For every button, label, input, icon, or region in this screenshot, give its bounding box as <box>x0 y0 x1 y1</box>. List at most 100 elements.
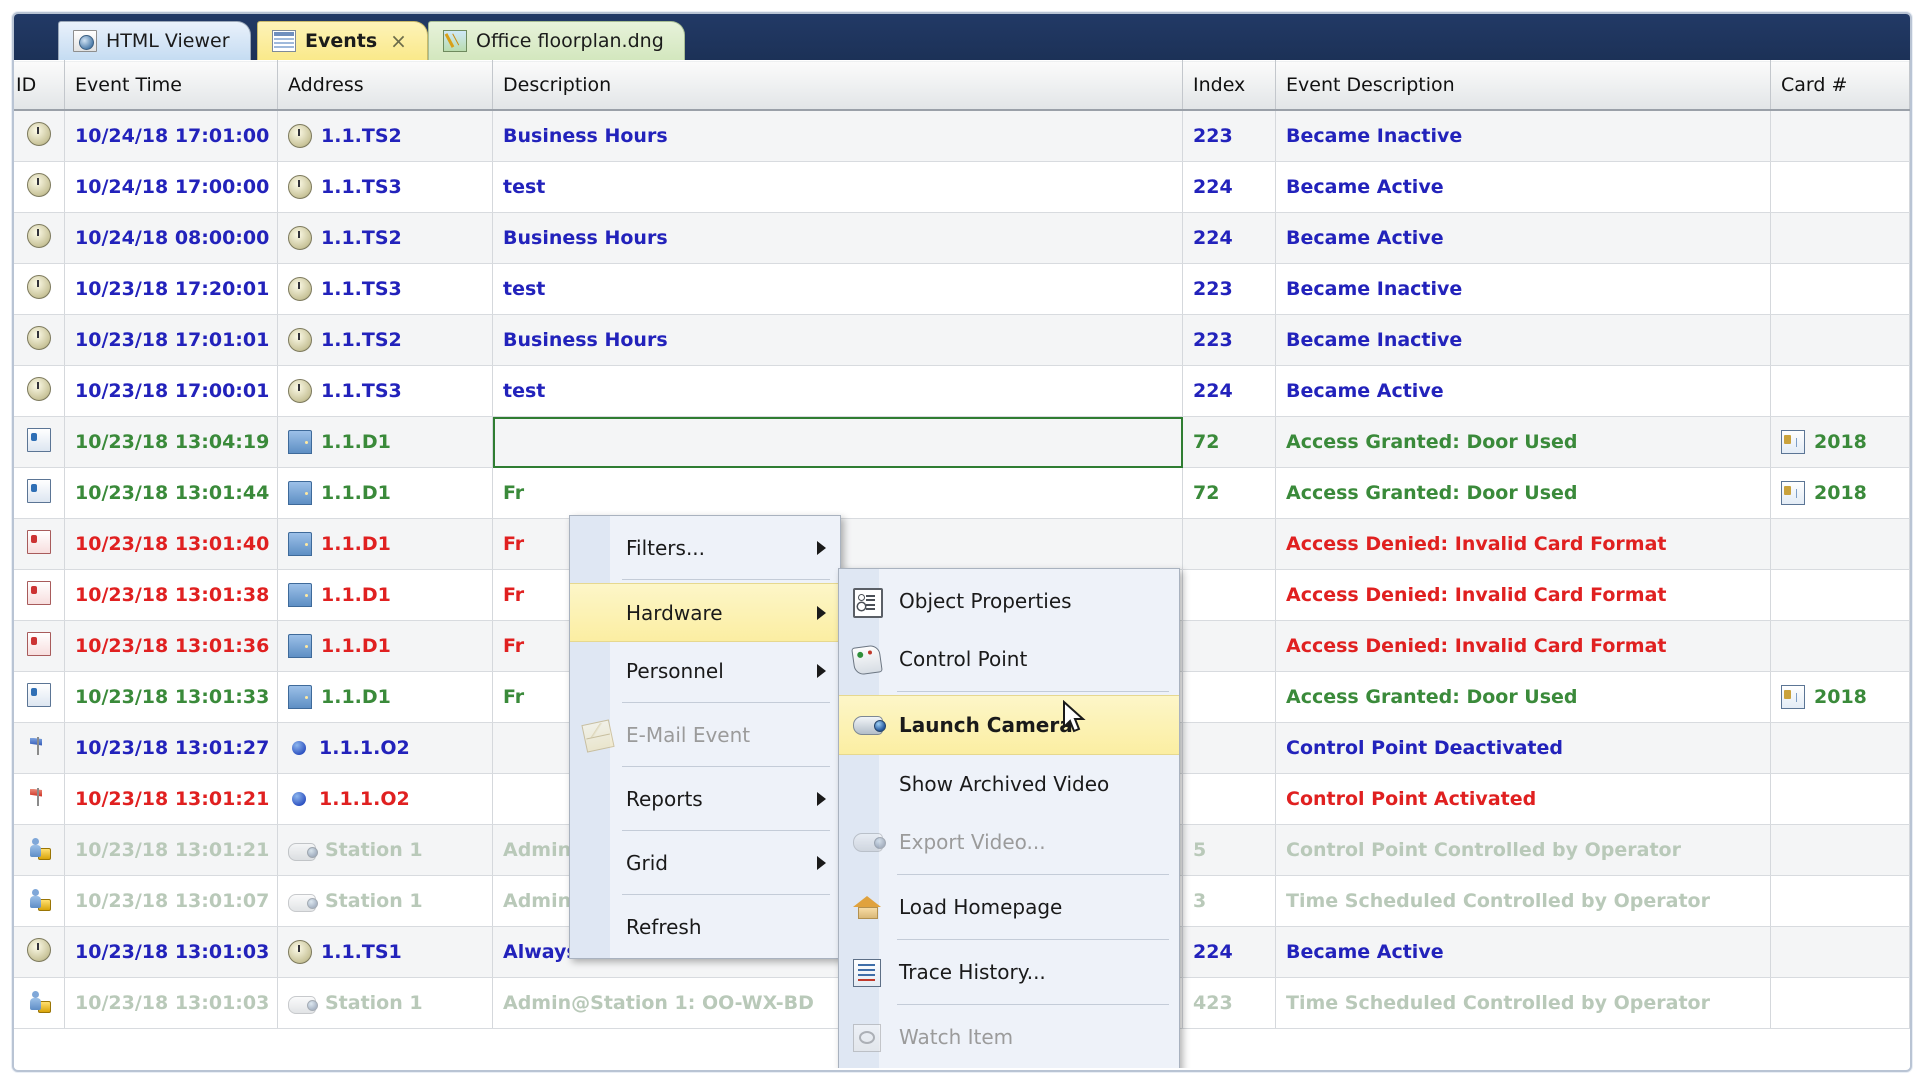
clock-icon <box>288 277 312 301</box>
menu-item-watch-item-label: Watch Item <box>899 1025 1014 1049</box>
table-row[interactable]: 10/23/18 13:04:19 1.1.D1 72 Access Granted:… <box>14 416 1910 468</box>
cell-card: 2018 <box>1770 416 1910 468</box>
cell-index <box>1182 620 1276 672</box>
table-row[interactable]: 10/23/18 13:01:44 1.1.D1 Fr 72 Access Grante… <box>14 467 1910 519</box>
menu-item-grid[interactable]: Grid <box>570 834 840 891</box>
cell-address: 1.1.TS1 <box>277 926 493 978</box>
menu-separator <box>622 579 830 580</box>
card-img-icon <box>1781 430 1805 454</box>
menu-item-launch-camera[interactable]: Launch Camera <box>839 695 1179 755</box>
chevron-right-icon <box>817 540 826 555</box>
cell-index <box>1182 722 1276 774</box>
flag-red-icon <box>28 786 50 808</box>
cell-event-time: 10/23/18 13:01:21 <box>64 824 278 876</box>
cell-address: 1.1.D1 <box>277 518 493 570</box>
card-img-icon <box>1781 685 1805 709</box>
cell-event-time: 10/23/18 17:01:01 <box>64 314 278 366</box>
cell-description: Fr <box>492 467 1183 519</box>
cell-address: 1.1.TS3 <box>277 161 493 213</box>
column-header-index[interactable]: Index <box>1182 60 1276 111</box>
tab-html-viewer[interactable]: HTML Viewer <box>58 21 251 60</box>
operator-icon <box>28 990 51 1013</box>
card-red-icon <box>27 580 51 605</box>
clock-icon <box>27 937 51 962</box>
tab-events[interactable]: Events × <box>257 21 428 60</box>
table-row[interactable]: 10/23/18 17:20:01 1.1.TS3 test 223 Became In… <box>14 263 1910 315</box>
menu-item-load-homepage[interactable]: Load Homepage <box>839 878 1179 936</box>
clock-icon <box>288 124 312 148</box>
cell-event-description: Control Point Activated <box>1275 773 1771 825</box>
menu-item-filters[interactable]: Filters... <box>570 519 840 576</box>
tab-events-label: Events <box>305 30 378 52</box>
cell-card <box>1770 977 1910 1029</box>
table-row[interactable]: 10/23/18 17:00:01 1.1.TS3 test 224 Became Ac… <box>14 365 1910 417</box>
clock-icon <box>27 223 51 248</box>
table-row[interactable]: 10/24/18 17:00:00 1.1.TS3 test 224 Became Ac… <box>14 161 1910 213</box>
column-header-event-description[interactable]: Event Description <box>1275 60 1771 111</box>
cell-card <box>1770 314 1910 366</box>
menu-item-personnel[interactable]: Personnel <box>570 642 840 699</box>
menu-item-trace-history[interactable]: Trace History... <box>839 943 1179 1001</box>
menu-item-journal[interactable]: Journal <box>839 1066 1179 1068</box>
cell-description: test <box>492 365 1183 417</box>
column-header-event-time[interactable]: Event Time <box>64 60 278 111</box>
cell-card <box>1770 773 1910 825</box>
cell-event-description: Became Inactive <box>1275 263 1771 315</box>
cell-index: 224 <box>1182 161 1276 213</box>
cell-address: 1.1.1.O2 <box>277 722 493 774</box>
cell-address: 1.1.D1 <box>277 671 493 723</box>
camera-icon <box>288 995 318 1014</box>
menu-item-show-archived-video[interactable]: Show Archived Video <box>839 755 1179 813</box>
table-row[interactable]: 10/23/18 17:01:01 1.1.TS2 Business Hours 22… <box>14 314 1910 366</box>
menu-item-filters-label: Filters... <box>626 535 706 560</box>
cell-event-time: 10/23/18 17:20:01 <box>64 263 278 315</box>
row-type-icon-cell <box>14 365 65 417</box>
tab-office-floorplan[interactable]: Office floorplan.dng <box>428 21 685 60</box>
column-header-id[interactable]: ID <box>14 60 65 111</box>
camera-icon <box>288 893 318 912</box>
cell-card <box>1770 518 1910 570</box>
column-header-address[interactable]: Address <box>277 60 493 111</box>
cell-address: 1.1.TS3 <box>277 365 493 417</box>
mail-icon <box>581 718 615 753</box>
card-red-icon <box>27 631 51 656</box>
cell-index <box>1182 671 1276 723</box>
cell-card <box>1770 365 1910 417</box>
close-icon[interactable]: × <box>390 29 407 53</box>
column-header-card[interactable]: Card # <box>1770 60 1910 111</box>
cell-address: 1.1.D1 <box>277 416 493 468</box>
cell-index: 5 <box>1182 824 1276 876</box>
menu-item-reports[interactable]: Reports <box>570 770 840 827</box>
cell-event-description: Became Inactive <box>1275 110 1771 162</box>
cell-event-description: Access Denied: Invalid Card Format <box>1275 518 1771 570</box>
cell-description: Business Hours <box>492 314 1183 366</box>
menu-item-refresh[interactable]: Refresh <box>570 898 840 955</box>
events-grid-container[interactable]: ID Event Time Address Description Index … <box>14 60 1910 1068</box>
menu-item-hardware[interactable]: Hardware <box>570 583 840 642</box>
card-img-icon <box>1781 481 1805 505</box>
clock-icon <box>27 325 51 350</box>
cell-event-time: 10/24/18 17:01:00 <box>64 110 278 162</box>
menu-item-control-point[interactable]: Control Point <box>839 630 1179 688</box>
cell-event-description: Became Active <box>1275 212 1771 264</box>
table-row[interactable]: 10/23/18 13:01:40 1.1.D1 Fr Access Denied: … <box>14 518 1910 570</box>
cell-address: 1.1.TS2 <box>277 212 493 264</box>
cell-address: 1.1.TS3 <box>277 263 493 315</box>
menu-item-object-properties[interactable]: Object Properties <box>839 572 1179 630</box>
table-row[interactable]: 10/24/18 08:00:00 1.1.TS2 Business Hours 22… <box>14 212 1910 264</box>
menu-item-trace-history-label: Trace History... <box>899 960 1046 984</box>
table-row[interactable]: 10/24/18 17:01:00 1.1.TS2 Business Hours 22… <box>14 110 1910 162</box>
hardware-submenu[interactable]: Object Properties Control Point Launch C… <box>838 568 1180 1068</box>
column-header-description[interactable]: Description <box>492 60 1183 111</box>
context-menu[interactable]: Filters... Hardware Personnel E-Mail Eve… <box>569 515 841 959</box>
watch-item-icon <box>853 1024 881 1052</box>
cell-address: 1.1.D1 <box>277 620 493 672</box>
cell-description: Business Hours <box>492 212 1183 264</box>
cell-event-description: Became Inactive <box>1275 314 1771 366</box>
clock-icon <box>27 121 51 146</box>
cell-event-description: Access Denied: Invalid Card Format <box>1275 620 1771 672</box>
menu-item-export-video: Export Video... <box>839 813 1179 871</box>
menu-item-launch-camera-label: Launch Camera <box>899 713 1073 737</box>
export-video-icon <box>853 833 886 852</box>
clock-icon <box>27 274 51 299</box>
